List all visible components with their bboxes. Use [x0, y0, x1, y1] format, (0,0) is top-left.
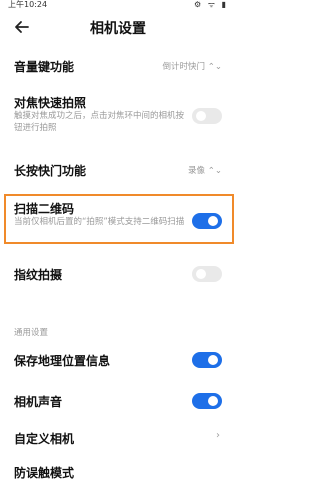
setting-save-location[interactable]: 保存地理位置信息 — [14, 350, 222, 370]
setting-value[interactable]: 录像 ⌃⌄ — [188, 164, 222, 176]
setting-description: 当前仅相机后置的“拍照”模式支持二维码扫描 — [14, 217, 185, 227]
setting-scan-qr[interactable]: 扫描二维码 当前仅相机后置的“拍照”模式支持二维码扫描 — [14, 200, 222, 240]
toggle-knob — [208, 396, 218, 406]
setting-fingerprint-shot[interactable]: 指纹拍摄 — [14, 264, 222, 284]
setting-label: 对焦快速拍照 — [14, 96, 87, 110]
chevron-right-icon: › — [216, 430, 220, 441]
setting-long-press-shutter[interactable]: 长按快门功能 录像 ⌃⌄ — [14, 160, 222, 180]
toggle-switch[interactable] — [192, 108, 222, 124]
toggle-knob — [196, 111, 206, 121]
toggle-switch[interactable] — [192, 393, 222, 409]
setting-value[interactable]: 倒计时快门 ⌃⌄ — [163, 60, 222, 72]
page-title: 相机设置 — [90, 21, 146, 37]
status-time: 上午10:24 — [8, 0, 48, 8]
setting-label: 自定义相机 — [14, 432, 75, 446]
toggle-knob — [196, 269, 206, 279]
toggle-switch[interactable] — [192, 266, 222, 282]
status-icons: ⚙ ᯤ ▮ — [194, 0, 228, 8]
setting-focus-quick-shot[interactable]: 对焦快速拍照 触摸对焦成功之后，点击对焦环中间的相机按钮进行拍照 — [14, 94, 222, 134]
toggle-switch[interactable] — [192, 352, 222, 368]
setting-camera-sound[interactable]: 相机声音 — [14, 391, 222, 411]
toggle-knob — [208, 216, 218, 226]
setting-label: 长按快门功能 — [14, 164, 87, 178]
toggle-knob — [208, 355, 218, 365]
setting-label: 防误触模式 — [14, 466, 75, 480]
setting-description: 触摸对焦成功之后，点击对焦环中间的相机按钮进行拍照 — [14, 111, 185, 133]
setting-custom-camera[interactable]: 自定义相机 › — [14, 428, 222, 448]
setting-label: 指纹拍摄 — [14, 268, 63, 282]
setting-anti-mistouch[interactable]: 防误触模式 — [14, 464, 222, 484]
setting-label: 保存地理位置信息 — [14, 354, 111, 368]
section-header-general: 通用设置 — [14, 328, 49, 338]
toggle-switch[interactable] — [192, 213, 222, 229]
title-bar: 相机设置 — [0, 12, 236, 42]
setting-volume-key[interactable]: 音量键功能 倒计时快门 ⌃⌄ — [14, 56, 222, 76]
setting-label: 扫描二维码 — [14, 202, 75, 216]
setting-label: 相机声音 — [14, 395, 63, 409]
setting-label: 音量键功能 — [14, 60, 75, 74]
